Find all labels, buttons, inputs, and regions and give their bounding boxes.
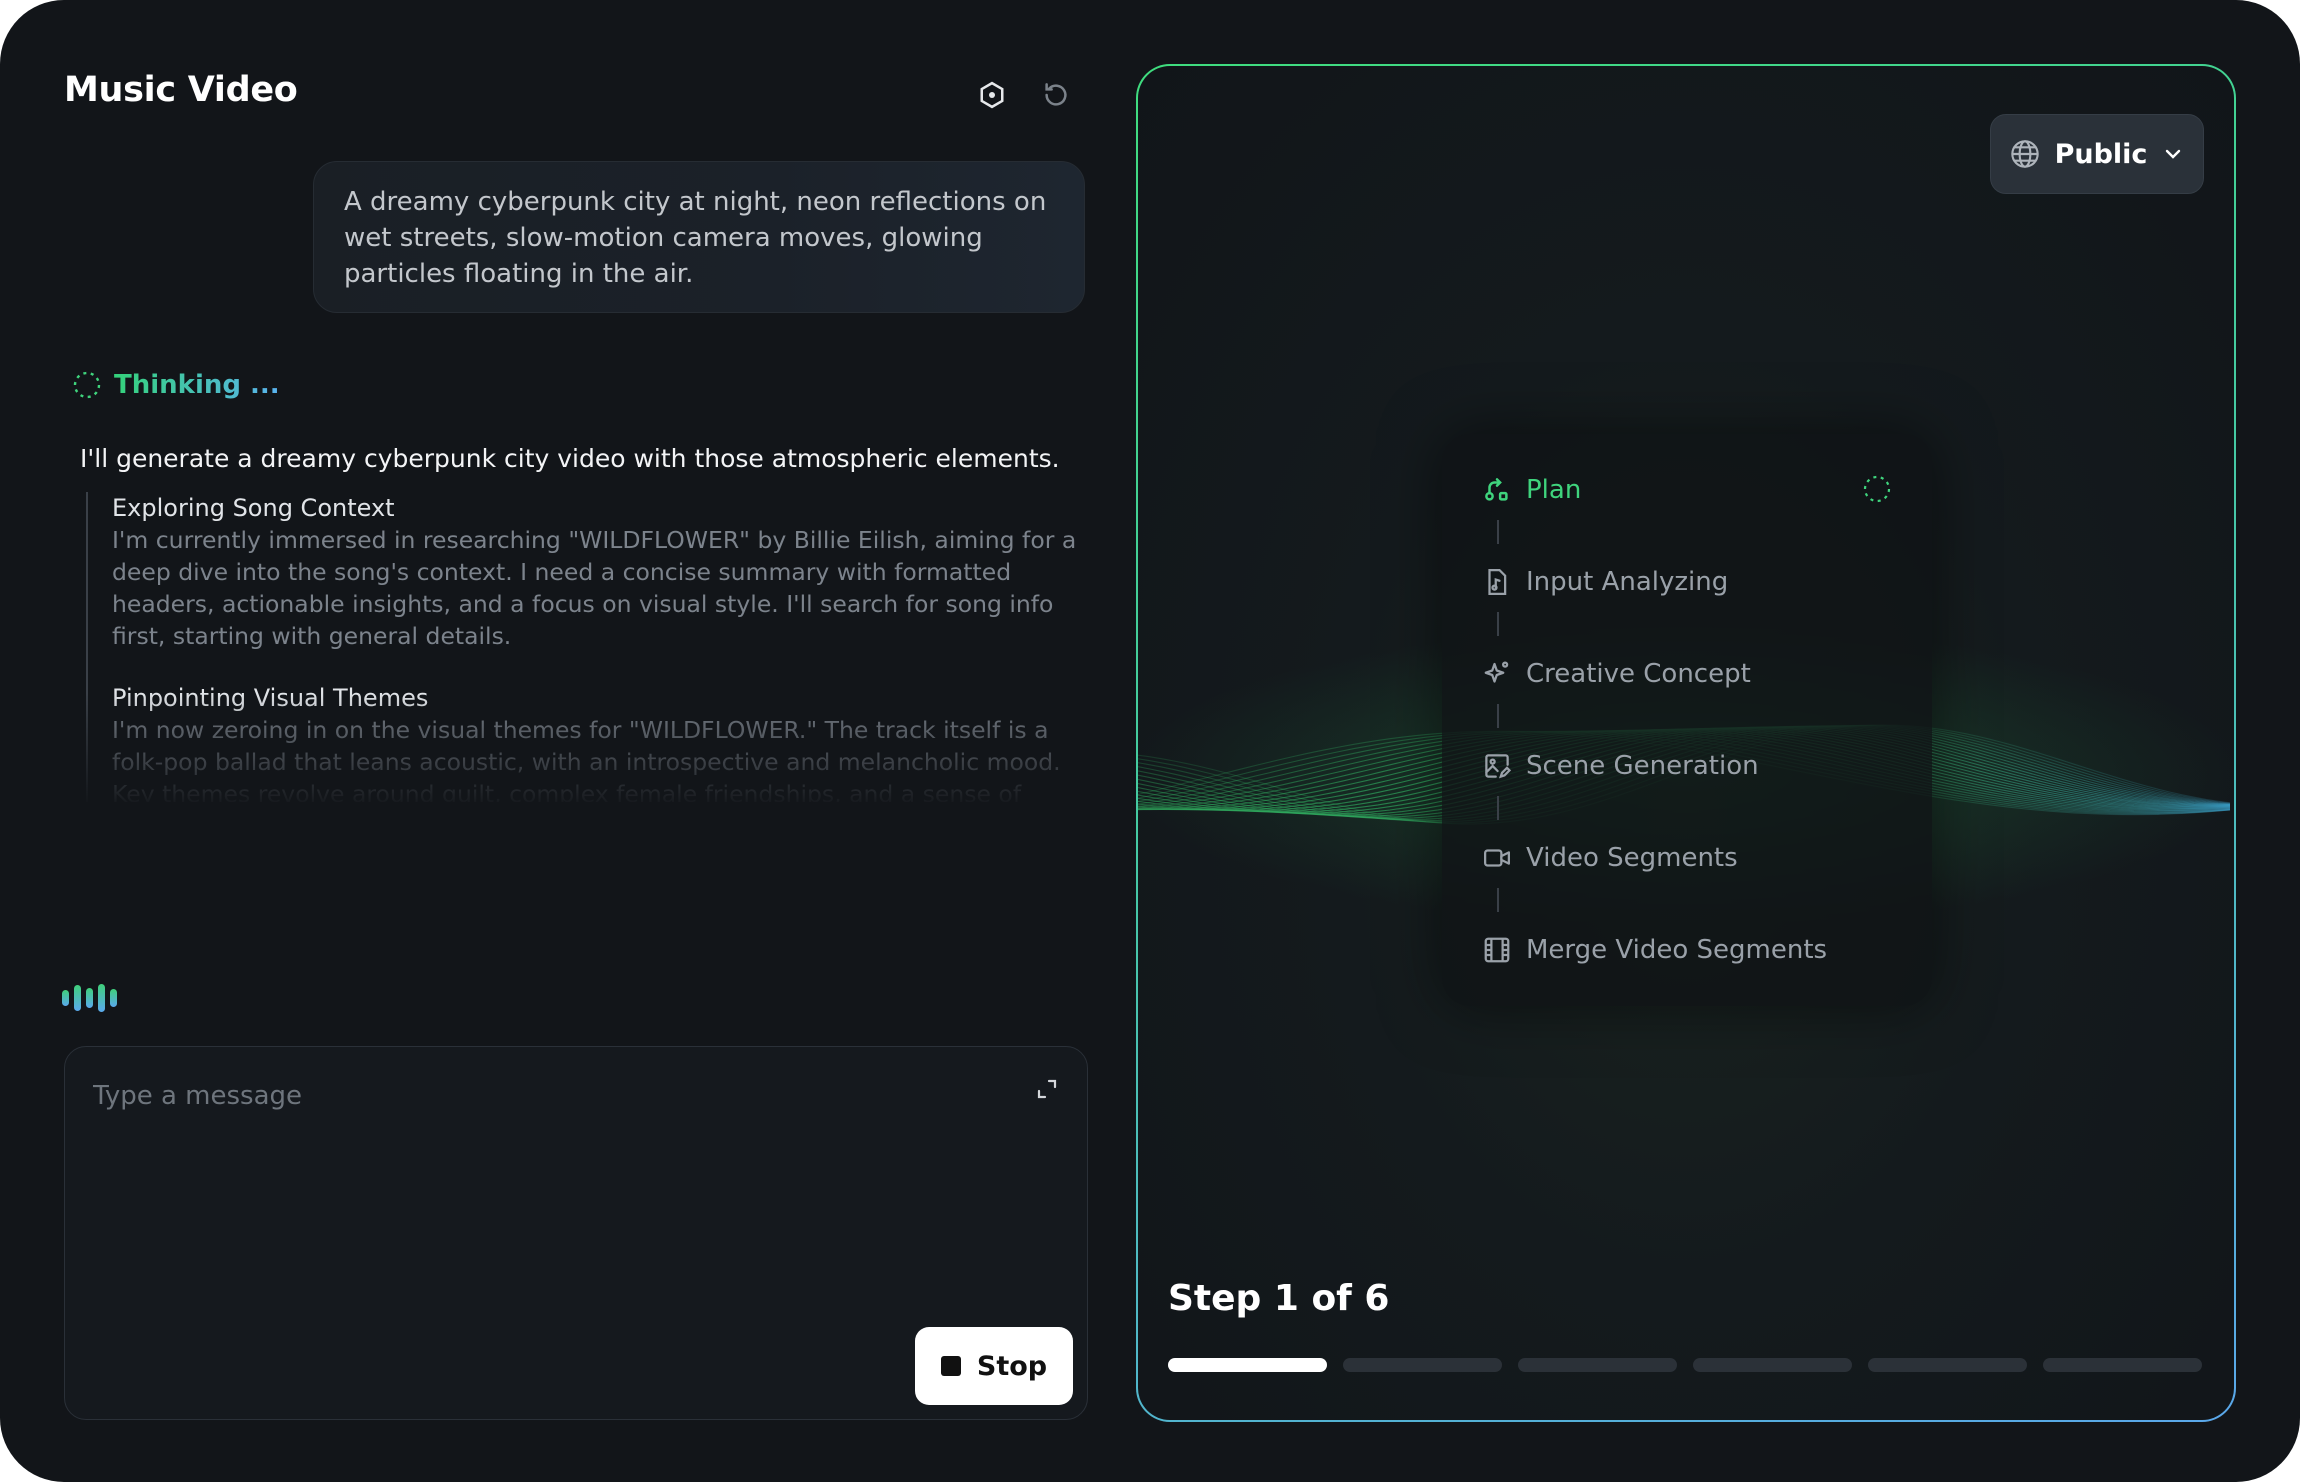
progress-segment xyxy=(2043,1358,2202,1372)
assistant-message: I'll generate a dreamy cyberpunk city vi… xyxy=(80,444,1060,473)
visibility-label: Public xyxy=(2054,138,2148,170)
step-merge-video-segments: Merge Video Segments xyxy=(1482,930,1827,970)
voice-activity-icon xyxy=(62,984,117,1012)
reasoning-body: I'm now zeroing in on the visual themes … xyxy=(112,716,1061,802)
step-label: Creative Concept xyxy=(1526,659,1751,689)
message-composer: Stop xyxy=(64,1046,1088,1420)
refresh-icon xyxy=(1045,83,1067,106)
music-file-icon xyxy=(1488,569,1507,595)
reasoning-log: Exploring Song Context I'm currently imm… xyxy=(86,492,1088,802)
globe-icon xyxy=(2010,140,2039,168)
expand-button[interactable] xyxy=(1031,1073,1063,1105)
thinking-indicator: Thinking ... xyxy=(72,370,280,400)
spinner-icon xyxy=(73,371,101,399)
reasoning-item: Pinpointing Visual Themes I'm now zeroin… xyxy=(88,682,1088,802)
app-window: Music Video A dreamy cyberpunk city at n… xyxy=(0,0,2300,1482)
settings-icon xyxy=(980,81,1004,109)
stop-button[interactable]: Stop xyxy=(915,1327,1073,1405)
step-label: Scene Generation xyxy=(1526,751,1759,781)
step-counter: Step 1 of 6 xyxy=(1168,1278,1390,1319)
settings-button[interactable] xyxy=(974,77,1010,113)
step-connector xyxy=(1497,520,1499,544)
message-input[interactable] xyxy=(91,1075,995,1117)
spinner-icon xyxy=(1863,475,1891,503)
chevron-down-icon xyxy=(2166,149,2181,159)
step-label: Video Segments xyxy=(1526,843,1738,873)
stop-icon xyxy=(940,1356,961,1376)
user-message-bubble: A dreamy cyberpunk city at night, neon r… xyxy=(313,161,1085,313)
step-progress-bar xyxy=(1168,1358,2202,1372)
step-connector xyxy=(1497,796,1499,820)
step-connector xyxy=(1497,612,1499,636)
step-plan: Plan xyxy=(1482,470,1581,510)
image-edit-icon xyxy=(1485,754,1512,779)
page-title: Music Video xyxy=(64,70,298,110)
progress-segment xyxy=(1868,1358,2027,1372)
step-connector xyxy=(1497,704,1499,728)
expand-icon xyxy=(1037,1079,1057,1099)
progress-segment xyxy=(1168,1358,1327,1372)
preview-stage: Public Plan Input Analyzing Creative Con… xyxy=(1136,64,2236,1422)
reasoning-title: Pinpointing Visual Themes xyxy=(112,684,429,712)
pipeline-steps: Plan Input Analyzing Creative Concept Sc… xyxy=(1442,434,1932,1006)
step-video-segments: Video Segments xyxy=(1482,838,1738,878)
step-connector xyxy=(1497,888,1499,912)
step-input-analyzing: Input Analyzing xyxy=(1482,562,1728,602)
progress-segment xyxy=(1693,1358,1852,1372)
visibility-dropdown[interactable]: Public xyxy=(1990,114,2204,194)
reasoning-body: I'm currently immersed in researching "W… xyxy=(112,526,1077,650)
step-creative-concept: Creative Concept xyxy=(1482,654,1751,694)
step-label: Plan xyxy=(1526,475,1582,505)
video-camera-icon xyxy=(1484,849,1510,867)
film-icon xyxy=(1484,937,1510,963)
step-label: Merge Video Segments xyxy=(1526,935,1828,965)
step-scene-generation: Scene Generation xyxy=(1482,746,1759,786)
plan-icon xyxy=(1485,478,1508,501)
preview-canvas: Public Plan Input Analyzing Creative Con… xyxy=(1138,66,2234,1420)
sparkle-icon xyxy=(1484,661,1509,683)
progress-segment xyxy=(1343,1358,1502,1372)
step-label: Input Analyzing xyxy=(1526,567,1729,597)
reasoning-item: Exploring Song Context I'm currently imm… xyxy=(88,492,1088,652)
thinking-label: Thinking ... xyxy=(114,370,280,400)
progress-segment xyxy=(1518,1358,1677,1372)
stop-label: Stop xyxy=(976,1350,1048,1382)
reasoning-title: Exploring Song Context xyxy=(112,494,395,522)
refresh-button[interactable] xyxy=(1038,77,1074,113)
